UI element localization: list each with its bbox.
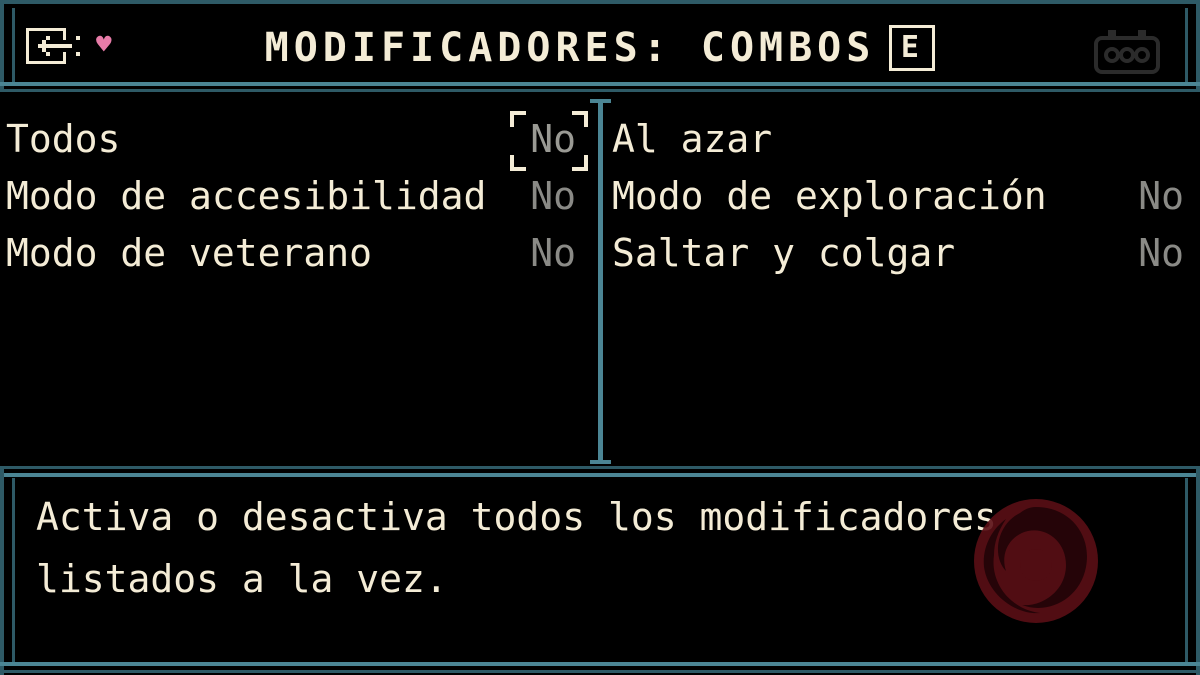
- option-value[interactable]: No: [1138, 228, 1184, 278]
- option-saltar-colgar[interactable]: Saltar y colgar No: [612, 228, 1184, 278]
- left-options-list: Todos No Modo de accesibilidad No Modo d…: [6, 111, 588, 452]
- option-value[interactable]: No: [530, 114, 576, 164]
- desc-frame-top: [0, 473, 1200, 477]
- tab-key-hint[interactable]: E: [889, 25, 936, 71]
- desc-frame-left-inner: [12, 478, 15, 662]
- desc-frame-top-outer: [0, 466, 1200, 469]
- option-value[interactable]: No: [1138, 171, 1184, 221]
- column-divider: [598, 100, 603, 464]
- selection-bracket-tl: [510, 111, 526, 127]
- option-value[interactable]: No: [530, 171, 576, 221]
- option-label: Saltar y colgar: [612, 231, 956, 275]
- gamepad-icon: [1094, 30, 1160, 74]
- description-text: Activa o desactiva todos los modificador…: [36, 486, 1036, 610]
- option-label: Todos: [6, 117, 121, 161]
- option-label: Modo de veterano: [6, 231, 373, 275]
- desc-frame-right-inner: [1185, 478, 1188, 662]
- selection-bracket-bl: [510, 155, 526, 171]
- option-modo-veterano[interactable]: Modo de veterano No: [6, 228, 586, 278]
- option-modo-exploracion[interactable]: Modo de exploración No: [612, 171, 1184, 221]
- selection-bracket-tr: [572, 111, 588, 127]
- description-line-1: Activa o desactiva todos los modificador…: [36, 495, 997, 539]
- header-bar: ♥ MODIFICADORES: COMBOS E: [0, 0, 1200, 92]
- right-options-list: Al azar Modo de exploración No Saltar y …: [612, 112, 1184, 452]
- page-title: MODIFICADORES: COMBOS E: [0, 20, 1200, 74]
- desc-frame-right: [1196, 466, 1200, 675]
- description-line-2: listados a la vez.: [36, 557, 448, 601]
- option-value[interactable]: No: [530, 228, 576, 278]
- option-label: Modo de accesibilidad: [6, 174, 487, 218]
- option-modo-accesibilidad[interactable]: Modo de accesibilidad No: [6, 171, 586, 221]
- option-label: Modo de exploración: [612, 174, 1047, 218]
- desc-frame-left: [0, 466, 4, 675]
- column-divider-cap-bottom: [590, 460, 611, 464]
- option-label: Al azar: [612, 117, 773, 161]
- desc-frame-bottom: [0, 662, 1200, 666]
- column-divider-cap-top: [590, 99, 611, 103]
- watermark-logo-icon: [974, 499, 1098, 623]
- selection-bracket-br: [572, 155, 588, 171]
- option-al-azar[interactable]: Al azar: [612, 114, 1184, 164]
- page-title-text: MODIFICADORES: COMBOS: [264, 25, 876, 71]
- desc-frame-bottom-outer: [0, 670, 1200, 673]
- option-todos[interactable]: Todos No: [6, 111, 588, 171]
